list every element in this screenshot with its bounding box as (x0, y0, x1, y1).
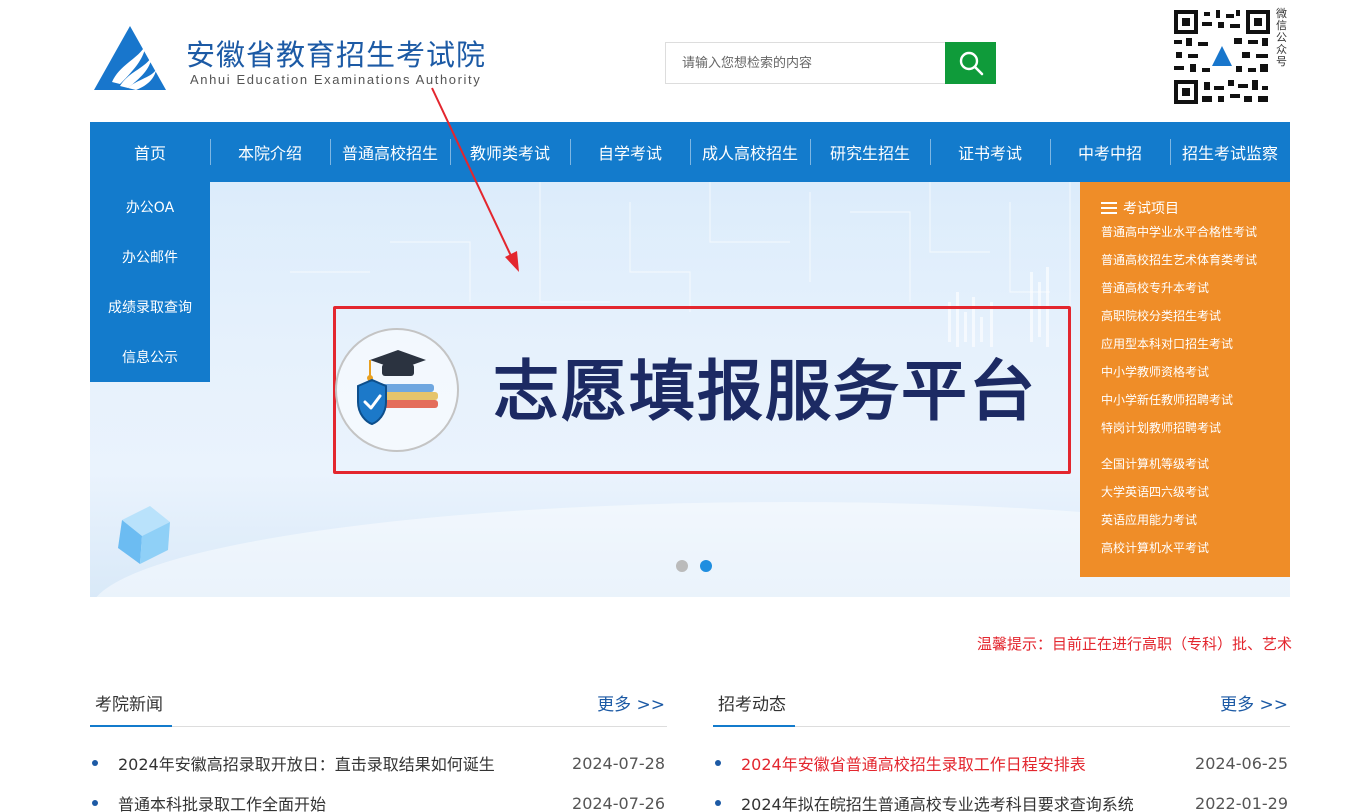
exam-panel-title-text: 考试项目 (1123, 201, 1179, 217)
news-section-title[interactable]: 考院新闻 (95, 690, 163, 715)
exam-link[interactable]: 中小学教师资格考试 (1101, 358, 1290, 386)
bullet-icon (715, 760, 721, 766)
exam-link[interactable]: 英语应用能力考试 (1101, 506, 1290, 534)
exam-list-divider (1101, 442, 1290, 450)
news-item-title[interactable]: 2024年拟在皖招生普通高校专业选考科目要求查询系统 (741, 791, 1134, 812)
exam-link[interactable]: 应用型本科对口招生考试 (1101, 330, 1290, 358)
nav-item-supervision[interactable]: 招生考试监察 (1170, 122, 1290, 182)
exam-link[interactable]: 高校计算机水平考试 (1101, 534, 1290, 562)
shield-check-icon (357, 378, 387, 426)
more-link[interactable]: 更多 >> (1220, 690, 1288, 715)
site-logo[interactable]: 安徽省教育招生考试院 Anhui Education Examinations … (90, 24, 490, 94)
site-header: 安徽省教育招生考试院 Anhui Education Examinations … (0, 0, 1349, 122)
nav-item-college-admission[interactable]: 普通高校招生 (330, 122, 450, 182)
news-section-institute: 考院新闻 更多 >> 2024年安徽高招录取开放日：直击录取结果如何诞生 202… (90, 680, 667, 812)
news-item[interactable]: 2024年安徽高招录取开放日：直击录取结果如何诞生 2024-07-28 (90, 743, 667, 783)
nav-item-about[interactable]: 本院介绍 (210, 122, 330, 182)
exam-link[interactable]: 大学英语四六级考试 (1101, 478, 1290, 506)
exam-link[interactable]: 普通高校专升本考试 (1101, 274, 1290, 302)
carousel-dot-1[interactable] (676, 560, 688, 572)
exam-link[interactable]: 普通高中学业水平合格性考试 (1101, 218, 1290, 246)
search-icon (959, 51, 983, 76)
news-item[interactable]: 2024年安徽省普通高校招生录取工作日程安排表 2024-06-25 (713, 743, 1290, 783)
news-header: 考院新闻 更多 >> (90, 680, 667, 727)
notice-marquee[interactable]: 温馨提示：目前正在进行高职（专科）批、艺术 (977, 632, 1312, 656)
exam-link[interactable]: 高职院校分类招生考试 (1101, 302, 1290, 330)
exam-list-group-2: 全国计算机等级考试 大学英语四六级考试 英语应用能力考试 高校计算机水平考试 (1101, 450, 1290, 562)
news-title-underline (90, 725, 172, 727)
news-item-title[interactable]: 2024年安徽高招录取开放日：直击录取结果如何诞生 (118, 751, 495, 775)
news-title-underline (713, 725, 795, 727)
menu-list-icon (1101, 202, 1117, 214)
news-item-date: 2024-06-25 (1195, 753, 1288, 773)
nav-item-graduate[interactable]: 研究生招生 (810, 122, 930, 182)
platform-title: 志愿填报服务平台 (493, 353, 1037, 430)
quick-menu-disclosure[interactable]: 信息公示 (90, 332, 210, 382)
cube-icon (118, 506, 170, 564)
more-link[interactable]: 更多 >> (597, 690, 665, 715)
search-input[interactable] (666, 43, 947, 83)
exam-link[interactable]: 特岗计划教师招聘考试 (1101, 414, 1290, 442)
exam-projects-panel: 考试项目 普通高中学业水平合格性考试 普通高校招生艺术体育类考试 普通高校专升本… (1080, 182, 1290, 577)
news-item[interactable]: 普通本科批录取工作全面开始 2024-07-26 (90, 783, 667, 812)
nav-item-teacher-exam[interactable]: 教师类考试 (450, 122, 570, 182)
exam-panel-title: 考试项目 (1101, 198, 1290, 218)
bullet-icon (715, 800, 721, 806)
exam-link[interactable]: 普通高校招生艺术体育类考试 (1101, 246, 1290, 274)
news-item[interactable]: 2024年拟在皖招生普通高校专业选考科目要求查询系统 2022-01-29 (713, 783, 1290, 812)
news-item-title[interactable]: 普通本科批录取工作全面开始 (118, 791, 326, 812)
news-section-admission: 招考动态 更多 >> 2024年安徽省普通高校招生录取工作日程安排表 2024-… (713, 680, 1290, 812)
news-list: 2024年安徽高招录取开放日：直击录取结果如何诞生 2024-07-28 普通本… (90, 727, 667, 812)
news-section-title[interactable]: 招考动态 (718, 690, 786, 715)
news-header: 招考动态 更多 >> (713, 680, 1290, 727)
site-name-en: Anhui Education Examinations Authority (190, 72, 482, 87)
news-list: 2024年安徽省普通高校招生录取工作日程安排表 2024-06-25 2024年… (713, 727, 1290, 812)
platform-icon (335, 328, 459, 452)
nav-item-adult-college[interactable]: 成人高校招生 (690, 122, 810, 182)
site-name-cn: 安徽省教育招生考试院 (186, 38, 487, 72)
qr-caption: 微信公众号 (1276, 7, 1287, 68)
logo-icon (94, 26, 166, 90)
exam-link[interactable]: 全国计算机等级考试 (1101, 450, 1290, 478)
nav-item-home[interactable]: 首页 (90, 122, 210, 182)
carousel-dot-2[interactable] (700, 560, 712, 572)
bullet-icon (92, 760, 98, 766)
nav-item-high-school[interactable]: 中考中招 (1050, 122, 1170, 182)
news-item-date: 2024-07-28 (572, 753, 665, 773)
nav-item-self-study[interactable]: 自学考试 (570, 122, 690, 182)
quick-menu: 办公OA 办公邮件 成绩录取查询 信息公示 (90, 182, 210, 382)
carousel-dots (676, 560, 712, 572)
news-item-title[interactable]: 2024年安徽省普通高校招生录取工作日程安排表 (741, 751, 1086, 775)
nav-item-certificate[interactable]: 证书考试 (930, 122, 1050, 182)
qr-code-icon (1172, 8, 1272, 106)
quick-menu-mail[interactable]: 办公邮件 (90, 232, 210, 282)
quick-menu-oa[interactable]: 办公OA (90, 182, 210, 232)
news-item-date: 2024-07-26 (572, 793, 665, 812)
search-box (665, 42, 996, 84)
exam-list-group-1: 普通高中学业水平合格性考试 普通高校招生艺术体育类考试 普通高校专升本考试 高职… (1101, 218, 1290, 442)
bullet-icon (92, 800, 98, 806)
main-nav: 首页 本院介绍 普通高校招生 教师类考试 自学考试 成人高校招生 研究生招生 证… (90, 122, 1290, 182)
news-item-date: 2022-01-29 (1195, 793, 1288, 812)
search-button[interactable] (945, 42, 996, 84)
exam-link[interactable]: 中小学新任教师招聘考试 (1101, 386, 1290, 414)
quick-menu-score-query[interactable]: 成绩录取查询 (90, 282, 210, 332)
qr-code (1172, 8, 1272, 106)
